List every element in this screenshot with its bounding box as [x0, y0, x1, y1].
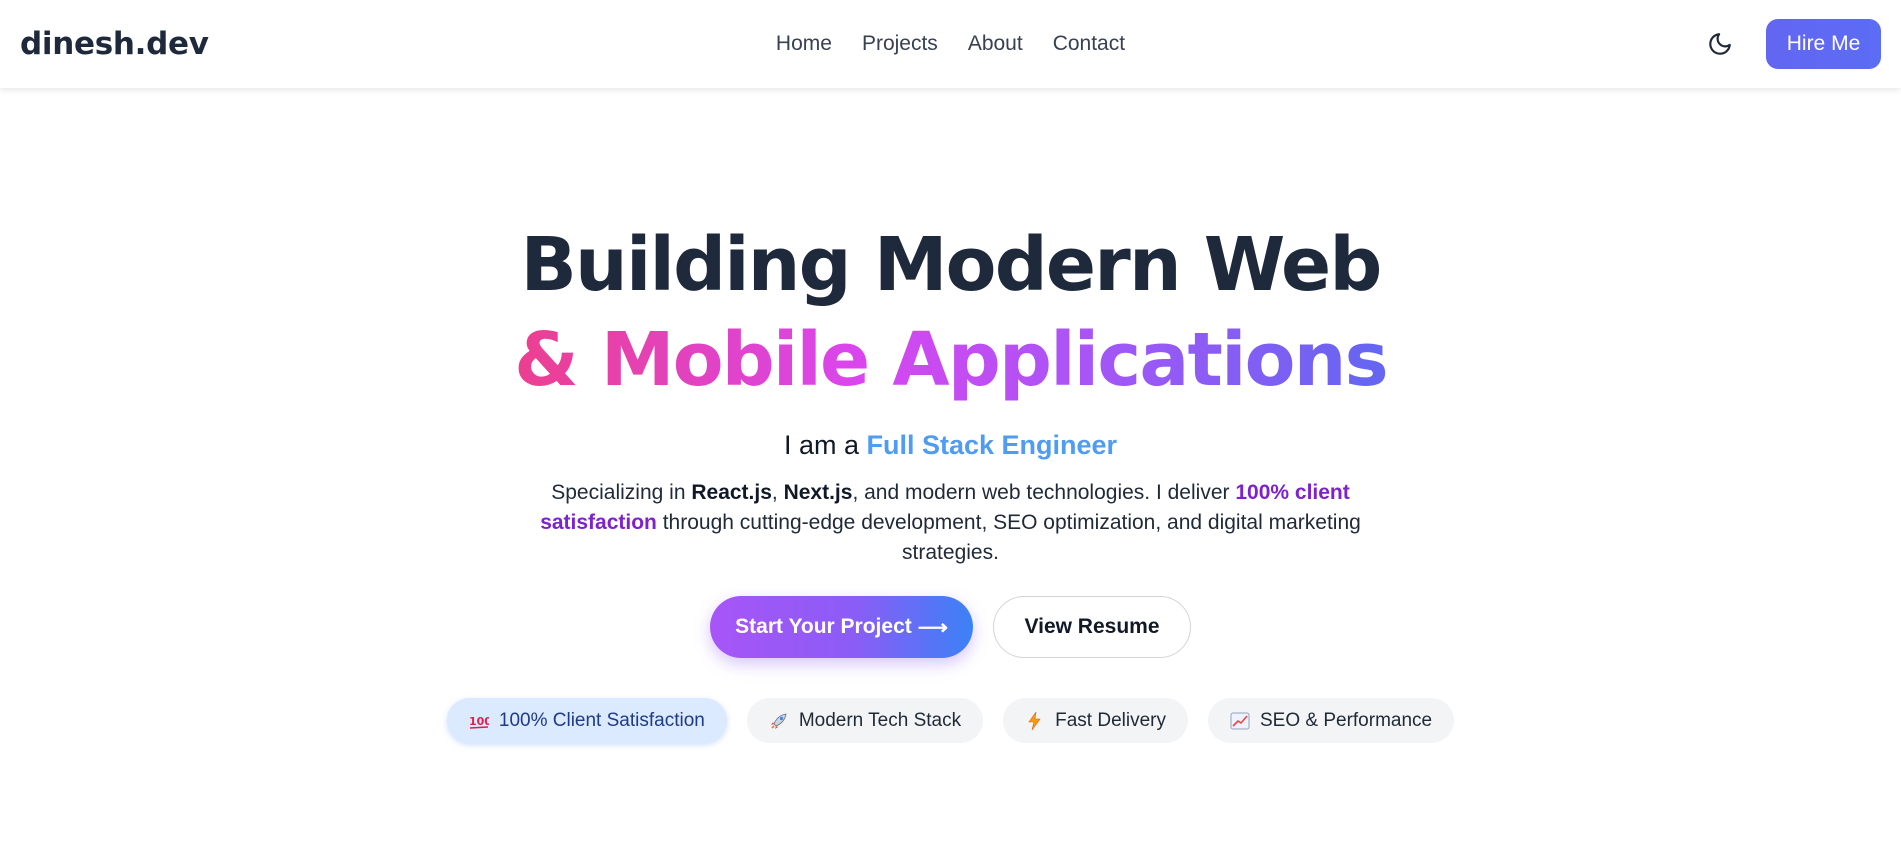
- rocket-icon: [769, 711, 789, 731]
- hero-description: Specializing in React.js, Next.js, and m…: [520, 478, 1381, 568]
- feature-badges: 100 100% Client Satisfaction Modern Tech…: [0, 698, 1901, 743]
- start-project-label: Start Your Project: [735, 615, 912, 638]
- cta-row: Start Your Project ⟶ View Resume: [0, 596, 1901, 658]
- description-separator: ,: [771, 481, 784, 504]
- nav-links: Home Projects About Contact: [776, 0, 1125, 88]
- moon-icon: [1709, 33, 1731, 55]
- hero-section: Building Modern Web & Mobile Application…: [0, 88, 1901, 867]
- hire-me-button[interactable]: Hire Me: [1766, 19, 1881, 69]
- badge-label: 100% Client Satisfaction: [498, 709, 705, 731]
- navbar: dinesh.dev Home Projects About Contact H…: [0, 0, 1901, 88]
- badge-label: Fast Delivery: [1055, 709, 1166, 731]
- start-project-button[interactable]: Start Your Project ⟶: [710, 596, 973, 658]
- nav-link-projects[interactable]: Projects: [862, 32, 938, 56]
- nav-actions: Hire Me: [1700, 19, 1881, 69]
- headline-line-1: Building Modern Web: [520, 222, 1382, 308]
- headline-line-2: & Mobile Applications: [0, 323, 1901, 397]
- badge-seo-performance[interactable]: SEO & Performance: [1207, 698, 1455, 743]
- nav-link-about[interactable]: About: [968, 32, 1023, 56]
- svg-text:100: 100: [469, 715, 489, 728]
- hero-subtitle: I am a Full Stack Engineer: [0, 430, 1901, 461]
- badge-client-satisfaction[interactable]: 100 100% Client Satisfaction: [446, 698, 727, 743]
- lightning-icon: [1025, 711, 1045, 731]
- nav-link-contact[interactable]: Contact: [1053, 32, 1125, 56]
- nav-link-home[interactable]: Home: [776, 32, 832, 56]
- headline-gradient-text: & Mobile Applications: [514, 317, 1388, 403]
- view-resume-button[interactable]: View Resume: [993, 596, 1191, 658]
- description-part-1: Specializing in: [551, 481, 692, 504]
- description-part-2: , and modern web technologies. I deliver: [852, 481, 1236, 504]
- site-logo[interactable]: dinesh.dev: [20, 26, 209, 62]
- description-react: React.js: [691, 481, 772, 504]
- hundred-points-icon: 100: [469, 711, 489, 731]
- badge-label: SEO & Performance: [1259, 709, 1433, 731]
- description-next: Next.js: [783, 481, 853, 504]
- chart-increasing-icon: [1230, 711, 1250, 731]
- theme-toggle-button[interactable]: [1700, 24, 1740, 64]
- subtitle-role: Full Stack Engineer: [866, 430, 1118, 460]
- badge-fast-delivery[interactable]: Fast Delivery: [1003, 698, 1188, 743]
- badge-label: Modern Tech Stack: [798, 709, 962, 731]
- badge-modern-tech[interactable]: Modern Tech Stack: [746, 698, 984, 743]
- arrow-right-icon: ⟶: [917, 615, 948, 639]
- subtitle-prefix: I am a: [783, 430, 859, 460]
- description-part-3: through cutting-edge development, SEO op…: [656, 511, 1361, 564]
